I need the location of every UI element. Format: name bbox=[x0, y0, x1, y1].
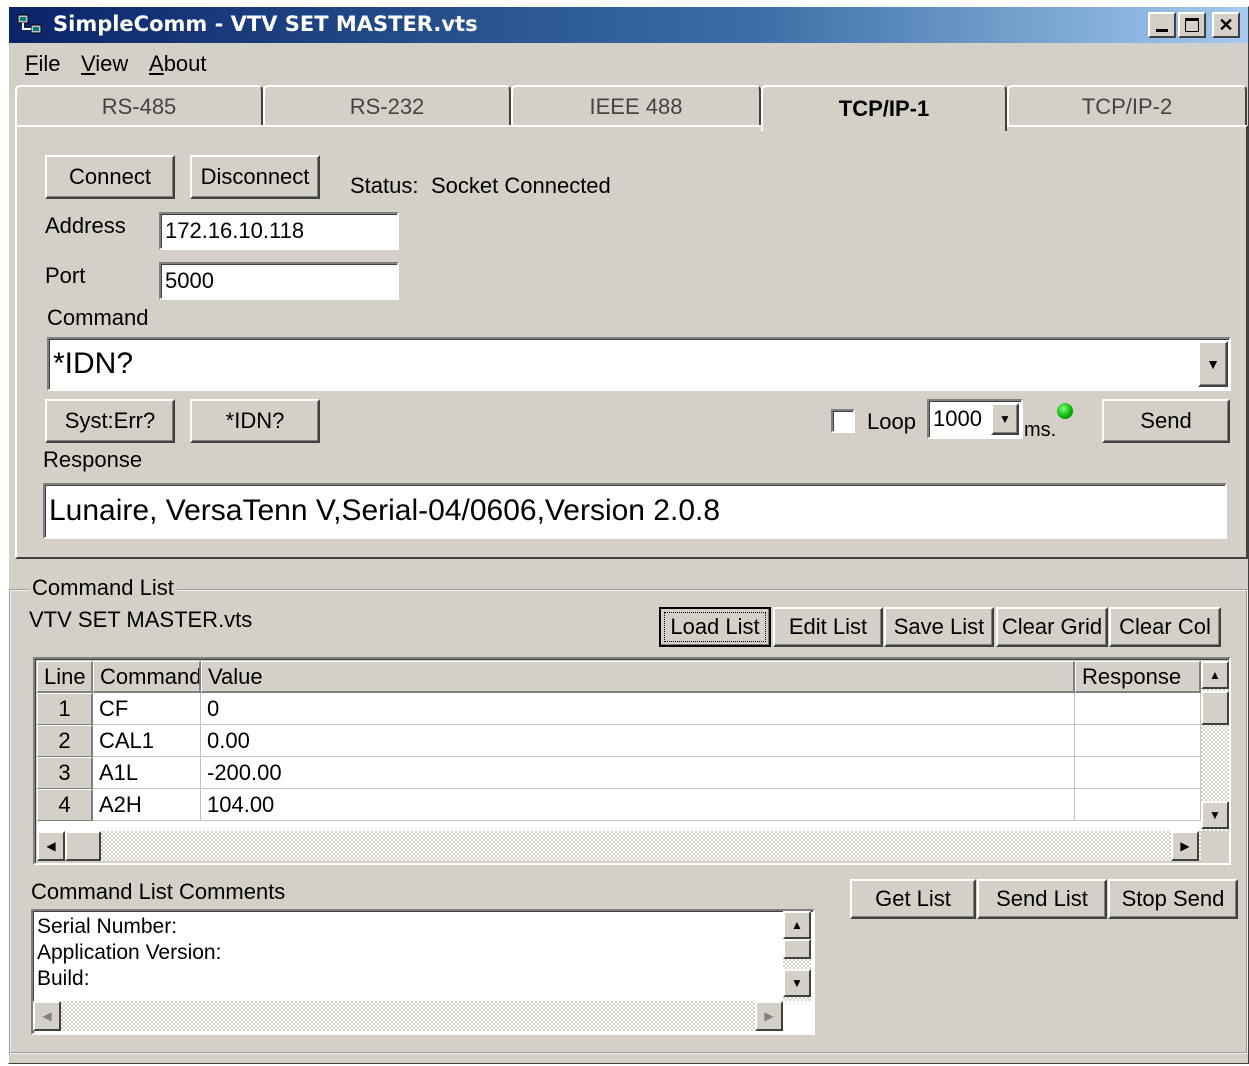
command-list-file-name: VTV SET MASTER.vts bbox=[29, 607, 253, 632]
column-header-value[interactable]: Value bbox=[201, 661, 1075, 693]
clear-col-button[interactable]: Clear Col bbox=[1109, 607, 1221, 647]
row-header[interactable]: 4 bbox=[37, 789, 93, 821]
syst-err-button[interactable]: Syst:Err? bbox=[45, 399, 175, 443]
loop-label: Loop bbox=[867, 409, 916, 434]
chevron-down-icon: ▼ bbox=[999, 412, 1011, 426]
scroll-left-button[interactable]: ◀ bbox=[37, 831, 65, 861]
comments-scroll-down-button[interactable]: ▼ bbox=[783, 969, 811, 997]
arrow-left-icon: ◀ bbox=[46, 839, 56, 853]
table-cell[interactable]: CF bbox=[93, 693, 201, 725]
close-icon: ✕ bbox=[1218, 14, 1234, 35]
command-list-group-label: Command List bbox=[29, 575, 177, 601]
send-button[interactable]: Send bbox=[1102, 399, 1230, 443]
menu-file[interactable]: File bbox=[25, 51, 60, 77]
vertical-scroll-thumb[interactable] bbox=[1201, 691, 1229, 725]
arrow-right-icon: ▶ bbox=[1180, 839, 1190, 853]
arrow-down-icon: ▼ bbox=[791, 976, 803, 990]
column-header-line[interactable]: Line bbox=[37, 661, 93, 693]
row-header[interactable]: 2 bbox=[37, 725, 93, 757]
arrow-right-icon: ▶ bbox=[764, 1009, 774, 1023]
response-label: Response bbox=[43, 447, 143, 472]
comments-scroll-right-button[interactable]: ▶ bbox=[755, 1001, 783, 1031]
app-window: SimpleComm - VTV SET MASTER.vts ✕ File V… bbox=[8, 6, 1249, 1064]
save-list-button[interactable]: Save List bbox=[884, 607, 994, 647]
connect-button[interactable]: Connect bbox=[45, 155, 175, 199]
window-title: SimpleComm - VTV SET MASTER.vts bbox=[53, 12, 478, 36]
table-cell[interactable] bbox=[1075, 789, 1201, 821]
menu-view[interactable]: View bbox=[81, 51, 128, 77]
port-label: Port bbox=[45, 263, 86, 288]
tab-rs485[interactable]: RS-485 bbox=[15, 85, 263, 127]
comments-horizontal-scrollbar[interactable] bbox=[33, 1001, 783, 1031]
tab-rs232[interactable]: RS-232 bbox=[263, 85, 511, 127]
minimize-icon bbox=[1156, 28, 1168, 32]
comment-line: Serial Number: bbox=[37, 915, 178, 938]
chevron-down-icon: ▼ bbox=[1206, 356, 1220, 372]
table-cell[interactable] bbox=[1075, 757, 1201, 789]
table-cell[interactable]: 104.00 bbox=[201, 789, 1075, 821]
column-header-response[interactable]: Response bbox=[1075, 661, 1201, 693]
table-cell[interactable] bbox=[1075, 693, 1201, 725]
address-label: Address bbox=[45, 213, 126, 238]
table-cell[interactable]: CAL1 bbox=[93, 725, 201, 757]
tab-ieee488[interactable]: IEEE 488 bbox=[511, 85, 761, 127]
horizontal-scrollbar[interactable] bbox=[37, 831, 1201, 861]
status-value: Socket Connected bbox=[431, 173, 611, 198]
maximize-button[interactable] bbox=[1178, 12, 1206, 38]
send-list-button[interactable]: Send List bbox=[977, 879, 1107, 919]
command-dropdown-button[interactable]: ▼ bbox=[1198, 341, 1228, 387]
stop-send-button[interactable]: Stop Send bbox=[1108, 879, 1238, 919]
comments-scroll-thumb[interactable] bbox=[783, 939, 811, 959]
comments-label: Command List Comments bbox=[31, 879, 286, 904]
arrow-left-icon: ◀ bbox=[42, 1009, 52, 1023]
scroll-right-button[interactable]: ▶ bbox=[1171, 831, 1199, 861]
load-list-button[interactable]: Load List bbox=[659, 607, 771, 647]
idn-button[interactable]: *IDN? bbox=[190, 399, 320, 443]
arrow-up-icon: ▲ bbox=[1209, 668, 1221, 682]
tab-tcpip1[interactable]: TCP/IP-1 bbox=[761, 85, 1007, 131]
response-field: Lunaire, VersaTenn V,Serial-04/0606,Vers… bbox=[43, 483, 1227, 539]
comment-line: Application Version: bbox=[37, 941, 222, 964]
status-label: Status: bbox=[350, 173, 419, 198]
status-led-icon bbox=[1057, 403, 1073, 419]
scroll-down-button[interactable]: ▼ bbox=[1201, 801, 1229, 829]
table-cell[interactable] bbox=[1075, 725, 1201, 757]
port-input[interactable]: 5000 bbox=[159, 262, 399, 300]
address-input[interactable]: 172.16.10.118 bbox=[159, 212, 399, 250]
command-grid[interactable]: Line Command Value Response 1 CF 0 2 CAL… bbox=[33, 657, 1231, 865]
comments-scroll-left-button[interactable]: ◀ bbox=[33, 1001, 61, 1031]
table-cell[interactable]: A1L bbox=[93, 757, 201, 789]
menu-about[interactable]: About bbox=[149, 51, 207, 77]
command-combobox[interactable]: *IDN? bbox=[47, 337, 1231, 391]
minimize-button[interactable] bbox=[1148, 12, 1176, 38]
comments-scroll-up-button[interactable]: ▲ bbox=[783, 911, 811, 939]
clear-grid-button[interactable]: Clear Grid bbox=[996, 607, 1108, 647]
table-cell[interactable]: A2H bbox=[93, 789, 201, 821]
table-cell[interactable]: -200.00 bbox=[201, 757, 1075, 789]
comment-line: Build: bbox=[37, 967, 90, 990]
disconnect-button[interactable]: Disconnect bbox=[190, 155, 320, 199]
close-button[interactable]: ✕ bbox=[1212, 12, 1240, 38]
scroll-up-button[interactable]: ▲ bbox=[1201, 661, 1229, 689]
arrow-up-icon: ▲ bbox=[791, 918, 803, 932]
interval-dropdown-button[interactable]: ▼ bbox=[991, 403, 1019, 435]
comments-textarea[interactable]: Serial Number: Application Version: Buil… bbox=[31, 909, 815, 1035]
maximize-icon bbox=[1185, 18, 1199, 32]
row-header[interactable]: 1 bbox=[37, 693, 93, 725]
row-header[interactable]: 3 bbox=[37, 757, 93, 789]
table-cell[interactable]: 0 bbox=[201, 693, 1075, 725]
edit-list-button[interactable]: Edit List bbox=[773, 607, 883, 647]
column-header-command[interactable]: Command bbox=[93, 661, 201, 693]
get-list-button[interactable]: Get List bbox=[850, 879, 976, 919]
interval-unit: ms. bbox=[1024, 419, 1057, 441]
arrow-down-icon: ▼ bbox=[1209, 808, 1221, 822]
table-cell[interactable]: 0.00 bbox=[201, 725, 1075, 757]
title-bar[interactable]: SimpleComm - VTV SET MASTER.vts ✕ bbox=[9, 7, 1248, 43]
app-icon bbox=[17, 13, 43, 37]
horizontal-scroll-thumb[interactable] bbox=[65, 831, 101, 861]
loop-checkbox[interactable] bbox=[831, 409, 855, 433]
tab-tcpip2[interactable]: TCP/IP-2 bbox=[1007, 85, 1247, 127]
command-label: Command bbox=[47, 305, 149, 330]
